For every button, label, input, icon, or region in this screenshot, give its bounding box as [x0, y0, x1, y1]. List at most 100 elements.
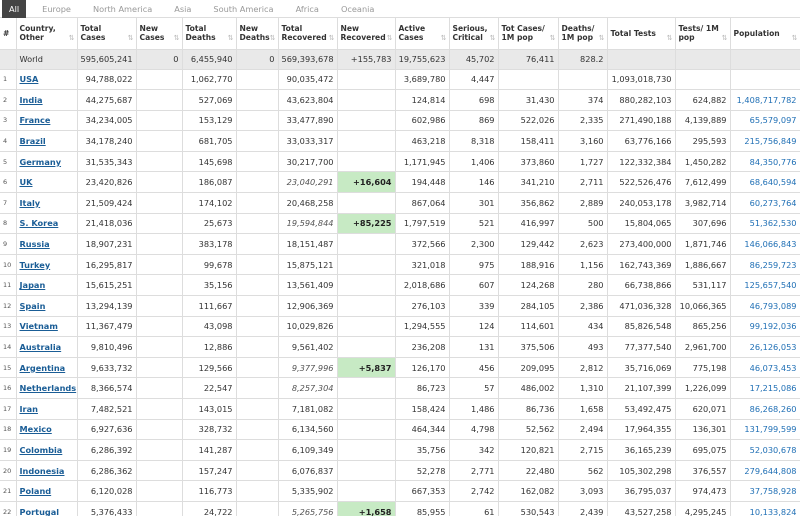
column-header[interactable]: New Cases ⇅ [136, 18, 183, 50]
cell-12: 240,053,178 [607, 192, 676, 214]
cell-6: 33,033,317 [278, 130, 338, 152]
country-link[interactable]: Argentina [20, 363, 66, 373]
cell-10: 486,002 [498, 377, 559, 399]
cell-7 [337, 89, 396, 111]
tab-africa[interactable]: Africa [290, 0, 325, 18]
cell-9: 975 [449, 254, 499, 276]
country-link[interactable]: Turkey [20, 260, 51, 270]
cell-3 [136, 110, 183, 132]
cell-3 [136, 439, 183, 461]
cell-6: 12,906,369 [278, 295, 338, 317]
cell-3 [136, 460, 183, 482]
table-row: 20 Indonesia 6,286,362 157,247 6,076,837 52,2… [0, 460, 800, 482]
cell-7 [337, 192, 396, 214]
cell-12: 273,400,000 [607, 233, 676, 255]
cell-12 [607, 49, 676, 70]
country-link[interactable]: Iran [20, 404, 38, 414]
country-link[interactable]: Japan [20, 280, 46, 290]
table-row: 6 UK 23,420,826 186,087 23,040,291 +16,604 194… [0, 171, 800, 194]
cell-9: 339 [449, 295, 499, 317]
column-header[interactable]: Active Cases ⇅ [395, 18, 450, 50]
cell-9: 4,798 [449, 419, 499, 441]
column-header[interactable]: Serious, Critical ⇅ [449, 18, 499, 50]
country-link[interactable]: Spain [20, 301, 46, 311]
column-header[interactable]: New Deaths ⇅ [236, 18, 279, 50]
row-index: 1 [0, 69, 17, 91]
row-index: 9 [0, 233, 17, 255]
column-header[interactable]: Country, Other ⇅ [16, 18, 78, 50]
country-link[interactable]: USA [20, 74, 39, 84]
column-header[interactable]: New Recovered ⇅ [337, 18, 396, 50]
cell-13: 7,612,499 [675, 171, 731, 194]
country-link[interactable]: Netherlands [20, 383, 77, 393]
tab-asia[interactable]: Asia [168, 0, 197, 18]
row-index: 10 [0, 254, 17, 276]
tab-oceania[interactable]: Oceania [335, 0, 380, 18]
cell-14: 26,126,053 [730, 336, 800, 358]
cell-6: 23,040,291 [278, 171, 338, 194]
cell-2: 9,633,732 [77, 357, 137, 379]
cell-3 [136, 316, 183, 338]
cell-12: 53,492,475 [607, 398, 676, 420]
cell-6: 18,151,487 [278, 233, 338, 255]
cell-9: 1,406 [449, 151, 499, 173]
column-header[interactable]: Tests/ 1M pop ⇅ [675, 18, 731, 50]
country-link[interactable]: Colombia [20, 445, 63, 455]
cell-11: 1,156 [558, 254, 608, 276]
cell-12: 66,738,866 [607, 274, 676, 297]
cell-14: 46,073,453 [730, 357, 800, 379]
cell-9: 456 [449, 357, 499, 379]
cell-13: 775,198 [675, 357, 731, 379]
country-link[interactable]: Australia [20, 342, 62, 352]
column-header[interactable]: Tot Cases/ 1M pop ⇅ [498, 18, 559, 50]
country-cell: Iran [16, 398, 78, 420]
country-link[interactable]: Brazil [20, 136, 46, 146]
cell-7: +85,225 [337, 213, 396, 235]
country-link[interactable]: France [20, 115, 51, 125]
tab-all[interactable]: All [2, 0, 27, 18]
cell-13: 1,886,667 [675, 254, 731, 276]
country-link[interactable]: Indonesia [20, 466, 65, 476]
cell-13: 2,961,700 [675, 336, 731, 358]
country-link[interactable]: S. Korea [20, 218, 59, 228]
cell-4: 35,156 [182, 274, 237, 297]
table-row: 9 Russia 18,907,231 383,178 18,151,487 372,56… [0, 233, 800, 255]
country-link[interactable]: Mexico [20, 424, 52, 434]
cell-13: 695,075 [675, 439, 731, 461]
cell-14: 10,133,824 [730, 501, 800, 516]
country-link[interactable]: Vietnam [20, 321, 58, 331]
cell-8: 464,344 [395, 419, 450, 441]
sort-arrows-icon: ⇅ [791, 33, 798, 42]
column-header[interactable]: Population ⇅ [730, 18, 800, 50]
cell-13: 136,301 [675, 419, 731, 441]
table-row: 13 Vietnam 11,367,479 43,098 10,029,826 1,294… [0, 316, 800, 338]
cell-3 [136, 357, 183, 379]
column-header[interactable]: Total Cases ⇅ [77, 18, 137, 50]
country-link[interactable]: UK [20, 177, 33, 187]
cell-14: 125,657,540 [730, 274, 800, 297]
column-header[interactable]: # [0, 18, 17, 50]
column-header[interactable]: Total Tests ⇅ [607, 18, 676, 50]
tab-europe[interactable]: Europe [36, 0, 77, 18]
column-header[interactable]: Deaths/ 1M pop ⇅ [558, 18, 608, 50]
country-link[interactable]: Poland [20, 486, 52, 496]
table-row: 1 USA 94,788,022 1,062,770 90,035,472 3,689,7… [0, 69, 800, 91]
country-cell: UK [16, 171, 78, 194]
cell-5 [236, 295, 279, 317]
sort-arrows-icon: ⇅ [173, 33, 180, 42]
tab-south-america[interactable]: South America [207, 0, 279, 18]
cell-6: 10,029,826 [278, 316, 338, 338]
cell-10: 416,997 [498, 213, 559, 235]
column-header[interactable]: Total Recovered ⇅ [278, 18, 338, 50]
country-cell: Turkey [16, 254, 78, 276]
cell-5 [236, 316, 279, 338]
column-header[interactable]: Total Deaths ⇅ [182, 18, 237, 50]
country-link[interactable]: India [20, 95, 43, 105]
country-link[interactable]: Russia [20, 239, 50, 249]
country-link[interactable]: Portugal [20, 507, 60, 516]
tab-north-america[interactable]: North America [87, 0, 158, 18]
country-cell: India [16, 89, 78, 111]
country-link[interactable]: Italy [20, 198, 41, 208]
country-link[interactable]: Germany [20, 157, 62, 167]
cell-10: 76,411 [498, 49, 559, 70]
